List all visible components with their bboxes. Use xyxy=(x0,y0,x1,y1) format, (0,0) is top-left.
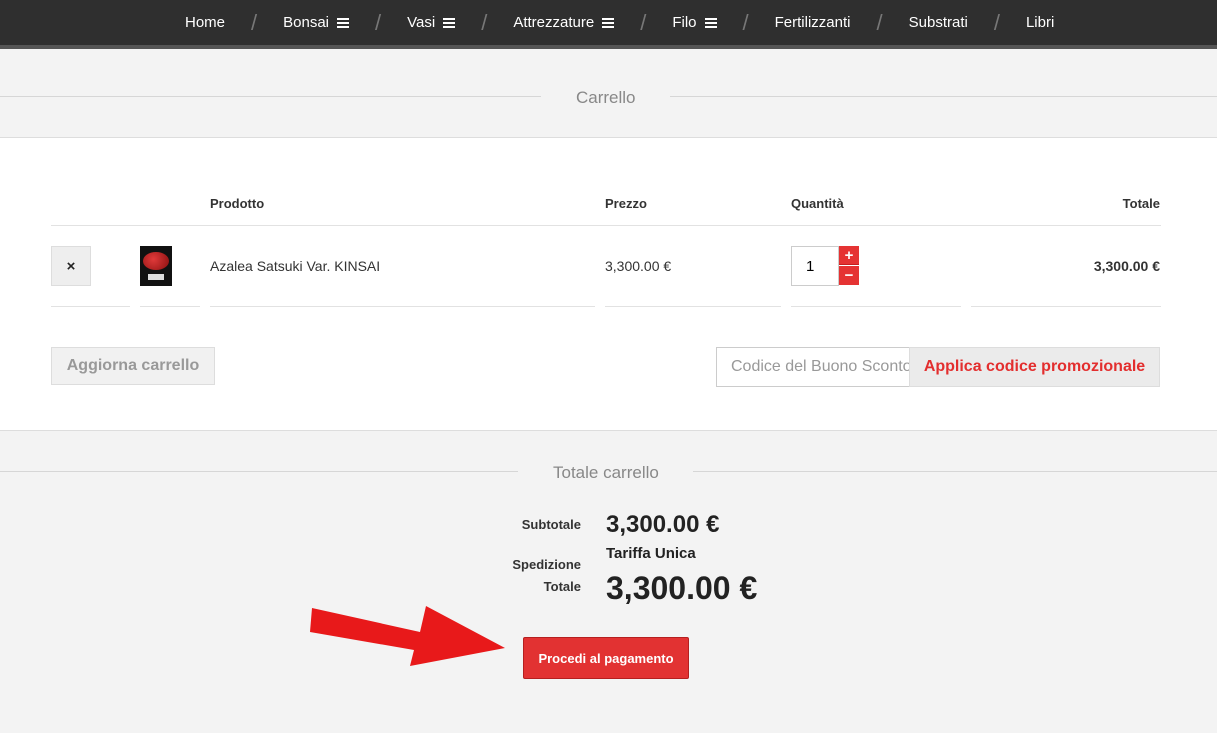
product-price: 3,300.00 € xyxy=(605,258,672,274)
proceed-to-checkout-button[interactable]: Procedi al pagamento xyxy=(523,637,689,679)
nav-item-label: Home xyxy=(185,14,226,31)
totals-title: Totale carrello xyxy=(553,463,659,482)
divider xyxy=(670,96,1217,97)
subtotal-value: 3,300.00 € xyxy=(606,511,720,538)
divider xyxy=(693,471,1217,472)
nav-item-libri[interactable]: Libri xyxy=(1026,14,1054,31)
nav-separator: / xyxy=(640,9,647,35)
nav-item-label: Fertilizzanti xyxy=(774,14,851,31)
nav-separator: / xyxy=(251,9,258,35)
row-divider xyxy=(971,306,1161,307)
nav-separator: / xyxy=(375,9,382,35)
row-divider xyxy=(140,306,200,307)
divider xyxy=(0,96,541,97)
product-thumbnail[interactable] xyxy=(140,246,172,286)
nav-item-filo[interactable]: Filo xyxy=(672,14,717,31)
header-divider xyxy=(51,225,1161,226)
quantity-decrease-button[interactable]: − xyxy=(839,266,859,285)
update-cart-button[interactable]: Aggiorna carrello xyxy=(51,347,215,385)
row-divider xyxy=(51,306,130,307)
nav-item-home[interactable]: Home xyxy=(185,14,225,31)
row-divider xyxy=(210,306,595,307)
header-total: Totale xyxy=(1122,196,1160,211)
close-icon: × xyxy=(66,257,76,275)
total-label: Totale xyxy=(543,579,581,594)
product-name-link[interactable]: Azalea Satsuki Var. KINSAI xyxy=(210,258,380,274)
nav-item-label: Vasi xyxy=(407,14,436,31)
quantity-input[interactable] xyxy=(791,246,839,286)
menu-icon xyxy=(337,17,350,28)
coupon-code-input[interactable] xyxy=(716,347,910,387)
header-product: Prodotto xyxy=(210,196,265,211)
nav-menu: Home / Bonsai / Vasi / Attrezzature / Filo / Ferti… xyxy=(185,0,1054,45)
quantity-increase-button[interactable]: + xyxy=(839,246,859,265)
minus-icon: − xyxy=(844,267,854,284)
nav-item-label: Libri xyxy=(1025,14,1055,31)
nav-item-bonsai[interactable]: Bonsai xyxy=(283,14,350,31)
plus-icon: + xyxy=(844,246,854,264)
menu-icon xyxy=(443,17,456,28)
row-total: 3,300.00 € xyxy=(1093,258,1160,274)
remove-item-button[interactable]: × xyxy=(51,246,91,286)
header-quantity: Quantità xyxy=(791,196,844,211)
nav-item-label: Bonsai xyxy=(283,14,330,31)
nav-item-label: Filo xyxy=(672,14,697,31)
row-divider xyxy=(605,306,781,307)
nav-item-attrezzature[interactable]: Attrezzature xyxy=(513,14,615,31)
menu-icon xyxy=(602,17,615,28)
total-value: 3,300.00 € xyxy=(606,570,758,606)
nav-item-label: Substrati xyxy=(908,14,968,31)
nav-item-label: Attrezzature xyxy=(513,14,595,31)
menu-icon xyxy=(704,17,717,28)
nav-separator: / xyxy=(742,9,749,35)
cart-title: Carrello xyxy=(576,88,636,107)
subtotal-label: Subtotale xyxy=(521,517,581,532)
shipping-label: Spedizione xyxy=(512,557,581,572)
row-divider xyxy=(791,306,961,307)
arrow-icon xyxy=(310,606,505,666)
nav-separator: / xyxy=(993,9,1000,35)
nav-separator: / xyxy=(481,9,488,35)
nav-item-vasi[interactable]: Vasi xyxy=(407,14,456,31)
nav-item-fertilizzanti[interactable]: Fertilizzanti xyxy=(775,14,851,31)
divider xyxy=(0,471,518,472)
apply-coupon-button[interactable]: Applica codice promozionale xyxy=(909,347,1160,387)
nav-separator: / xyxy=(876,9,883,35)
nav-item-substrati[interactable]: Substrati xyxy=(909,14,968,31)
shipping-value: Tariffa Unica xyxy=(606,545,696,562)
top-navigation: Home / Bonsai / Vasi / Attrezzature / Filo / Ferti… xyxy=(0,0,1217,49)
header-price: Prezzo xyxy=(605,196,647,211)
